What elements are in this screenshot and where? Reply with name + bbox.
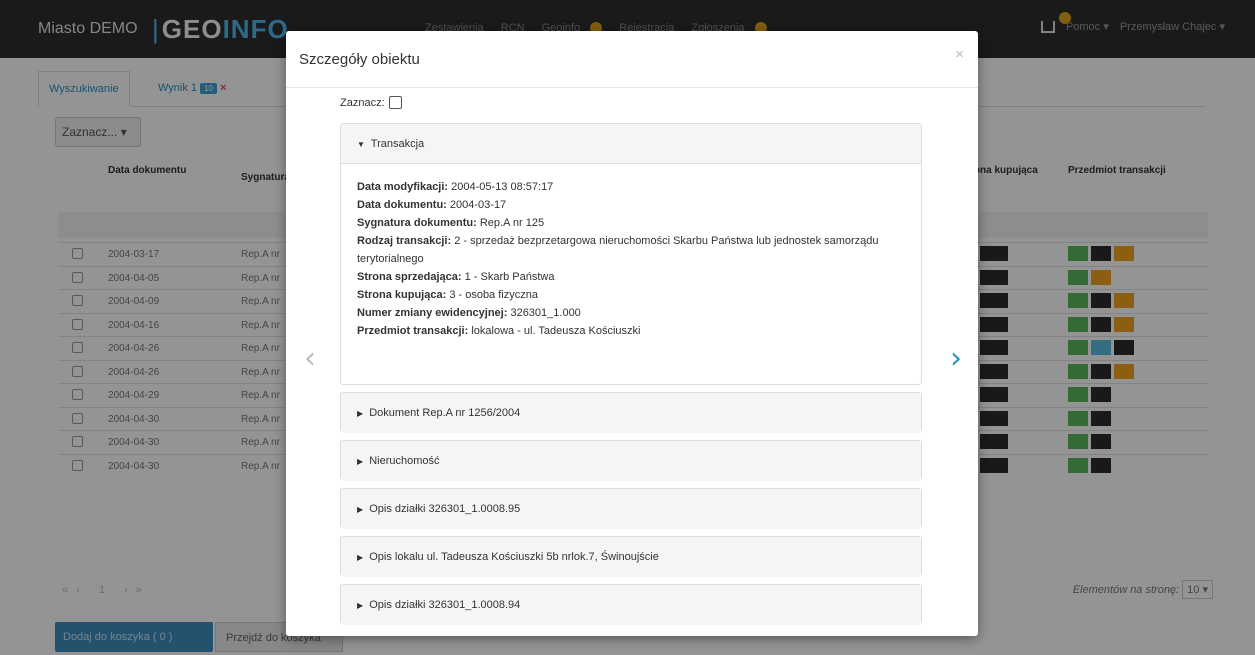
field-label: Sygnatura dokumentu: [357,217,477,229]
caret-right-icon: ▶ [357,601,364,610]
caret-down-icon: ▼ [357,140,365,149]
field-value: 326301_1.000 [510,307,581,319]
transaction-panel: ▼ Transakcja Data modyfikacji: 2004-05-1… [340,123,922,385]
section-panel-document[interactable]: ▶ Dokument Rep.A nr 1256/2004 [340,392,922,433]
field-label: Data dokumentu: [357,199,447,211]
mark-label: Zaznacz: [340,97,385,109]
field-label: Strona kupująca: [357,289,447,301]
transaction-field: Sygnatura dokumentu: Rep.A nr 125 [357,214,905,232]
field-value: lokalowa - ul. Tadeusza Kościuszki [471,325,641,337]
mark-checkbox[interactable] [388,96,402,109]
next-arrow-icon[interactable]: › [950,341,962,376]
field-label: Data modyfikacji: [357,181,449,193]
field-value: 3 - osoba fizyczna [449,289,538,301]
transaction-field: Przedmiot transakcji: lokalowa - ul. Tad… [357,322,905,340]
field-label: Numer zmiany ewidencyjnej: [357,307,508,319]
previous-arrow-icon[interactable]: ‹ [304,341,316,376]
field-value: 1 - Skarb Państwa [464,271,555,283]
section-panel-parcel-94[interactable]: ▶ Opis działki 326301_1.0008.94 [340,584,922,625]
modal-title: Szczegóły obiektu [299,51,420,68]
transaction-field: Numer zmiany ewidencyjnej: 326301_1.000 [357,304,905,322]
transaction-panel-header[interactable]: ▼ Transakcja [341,124,921,164]
field-label: Rodzaj transakcji: [357,235,452,247]
close-icon[interactable]: × [955,46,964,63]
mark-row: Zaznacz: [340,96,402,109]
field-value: 2004-05-13 08:57:17 [451,181,554,193]
field-label: Strona sprzedająca: [357,271,462,283]
caret-right-icon: ▶ [357,505,364,514]
transaction-field: Data modyfikacji: 2004-05-13 08:57:17 [357,178,905,196]
transaction-field: Data dokumentu: 2004-03-17 [357,196,905,214]
field-value: 2004-03-17 [449,199,507,211]
field-label: Przedmiot transakcji: [357,325,469,337]
caret-right-icon: ▶ [357,409,364,418]
field-value: Rep.A nr 125 [479,217,545,229]
transaction-details: Data modyfikacji: 2004-05-13 08:57:17 Dat… [341,164,921,354]
object-details-modal: Szczegóły obiektu × Zaznacz: ‹ › ▼ Trans… [286,31,978,636]
transaction-field: Strona kupująca: 3 - osoba fizyczna [357,286,905,304]
section-panel-property[interactable]: ▶ Nieruchomość [340,440,922,481]
modal-header: Szczegóły obiektu × [286,31,978,88]
section-panel-parcel-95[interactable]: ▶ Opis działki 326301_1.0008.95 [340,488,922,529]
transaction-field: Strona sprzedająca: 1 - Skarb Państwa [357,268,905,286]
transaction-field: Rodzaj transakcji: 2 - sprzedaż bezprzet… [357,232,905,268]
caret-right-icon: ▶ [357,457,364,466]
section-panel-premises[interactable]: ▶ Opis lokalu ul. Tadeusza Kościuszki 5b… [340,536,922,577]
caret-right-icon: ▶ [357,553,364,562]
